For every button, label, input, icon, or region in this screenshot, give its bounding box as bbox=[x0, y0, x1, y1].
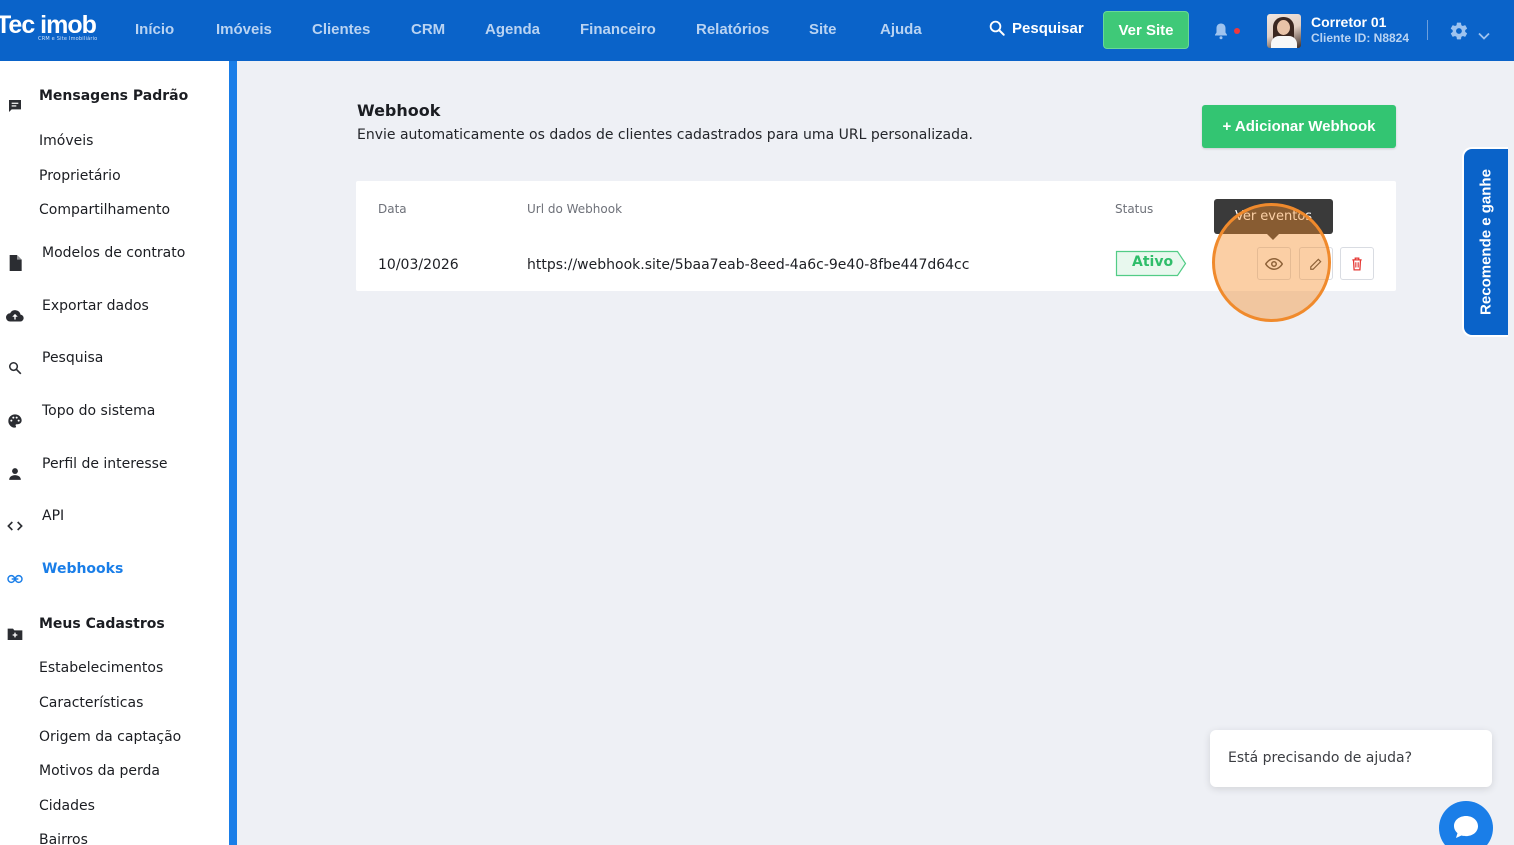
sidebar-item-label: Perfil de interesse bbox=[42, 456, 168, 472]
person-icon bbox=[6, 465, 24, 483]
search-label: Pesquisar bbox=[1012, 19, 1084, 37]
sidebar-item-label: API bbox=[42, 508, 65, 524]
help-prompt[interactable]: Está precisando de ajuda? bbox=[1210, 730, 1492, 787]
chevron-down-icon[interactable] bbox=[1478, 26, 1490, 45]
user-client-id: Cliente ID: N8824 bbox=[1311, 31, 1410, 45]
user-name[interactable]: Corretor 01 bbox=[1311, 14, 1386, 30]
sidebar-item-origem-captacao[interactable]: Origem da captação bbox=[39, 729, 181, 745]
sidebar-item-estabelecimentos[interactable]: Estabelecimentos bbox=[39, 660, 163, 676]
sidebar-section-label: Meus Cadastros bbox=[39, 616, 165, 632]
cell-date: 10/03/2026 bbox=[378, 257, 459, 273]
logo-text: Tec imob bbox=[0, 11, 97, 39]
cell-url: https://webhook.site/5baa7eab-8eed-4a6c-… bbox=[527, 257, 970, 273]
search-icon bbox=[989, 20, 1005, 36]
sidebar-item-motivos-perda[interactable]: Motivos da perda bbox=[39, 763, 160, 779]
nav-imoveis[interactable]: Imóveis bbox=[216, 21, 272, 38]
sidebar-item-label: Modelos de contrato bbox=[42, 245, 186, 261]
nav-financeiro[interactable]: Financeiro bbox=[580, 21, 656, 38]
nav-divider bbox=[1427, 20, 1428, 40]
status-badge: Ativo bbox=[1115, 250, 1187, 277]
nav-inicio[interactable]: Início bbox=[135, 21, 174, 38]
search-button[interactable]: Pesquisar bbox=[988, 19, 1084, 37]
palette-icon bbox=[6, 412, 24, 430]
code-icon bbox=[6, 517, 24, 535]
sidebar-item-cidades[interactable]: Cidades bbox=[39, 798, 95, 814]
nav-relatorios[interactable]: Relatórios bbox=[696, 21, 769, 38]
message-icon bbox=[6, 97, 24, 115]
page-description: Envie automaticamente os dados de client… bbox=[357, 127, 974, 143]
sidebar-item-imoveis[interactable]: Imóveis bbox=[39, 133, 93, 149]
sidebar-section-label: Mensagens Padrão bbox=[39, 88, 189, 104]
nav-site[interactable]: Site bbox=[809, 21, 837, 38]
status-label: Ativo bbox=[1132, 254, 1174, 270]
column-header-date: Data bbox=[378, 202, 407, 216]
chat-button[interactable] bbox=[1439, 801, 1493, 845]
gear-icon[interactable] bbox=[1449, 21, 1469, 45]
bell-icon[interactable] bbox=[1212, 22, 1230, 44]
recommend-tab[interactable]: Recomende e ganhe bbox=[1462, 147, 1508, 337]
logo-subtext: CRM e Site Imobiliário bbox=[38, 36, 98, 42]
delete-button[interactable] bbox=[1340, 247, 1374, 280]
click-highlight bbox=[1212, 203, 1331, 322]
cloud-upload-icon bbox=[6, 307, 24, 325]
top-navbar: Tec imob CRM e Site Imobiliário Início I… bbox=[0, 0, 1514, 61]
sidebar-item-proprietario[interactable]: Proprietário bbox=[39, 168, 121, 184]
page-title: Webhook bbox=[357, 101, 441, 120]
nav-clientes[interactable]: Clientes bbox=[312, 21, 370, 38]
folder-add-icon bbox=[6, 625, 24, 643]
nav-crm[interactable]: CRM bbox=[411, 21, 445, 38]
sidebar-item-caracteristicas[interactable]: Características bbox=[39, 695, 143, 711]
sidebar-item-label: Webhooks bbox=[42, 561, 124, 577]
notification-dot bbox=[1234, 28, 1240, 34]
nav-ajuda[interactable]: Ajuda bbox=[880, 21, 922, 38]
sidebar-item-compartilhamento[interactable]: Compartilhamento bbox=[39, 202, 170, 218]
ver-site-button[interactable]: Ver Site bbox=[1103, 11, 1189, 49]
logo[interactable]: Tec imob CRM e Site Imobiliário bbox=[0, 12, 97, 42]
file-icon bbox=[6, 254, 24, 272]
recommend-label: Recomende e ganhe bbox=[1477, 169, 1495, 315]
sidebar-item-label: Exportar dados bbox=[42, 298, 149, 314]
sidebar-item-label: Pesquisa bbox=[42, 350, 104, 366]
column-header-url: Url do Webhook bbox=[527, 202, 623, 216]
sidebar-item-label: Topo do sistema bbox=[42, 403, 156, 419]
sidebar: Mensagens Padrão Imóveis Proprietário Co… bbox=[0, 61, 229, 845]
chat-icon bbox=[1454, 816, 1478, 838]
trash-icon bbox=[1352, 257, 1362, 270]
search-icon bbox=[6, 359, 24, 377]
sidebar-edge bbox=[229, 61, 237, 845]
add-webhook-button[interactable]: + Adicionar Webhook bbox=[1202, 105, 1396, 148]
link-icon bbox=[6, 570, 24, 588]
column-header-status: Status bbox=[1115, 202, 1154, 216]
help-text: Está precisando de ajuda? bbox=[1228, 750, 1413, 766]
sidebar-item-bairros[interactable]: Bairros bbox=[39, 832, 88, 845]
avatar[interactable] bbox=[1267, 14, 1301, 48]
nav-agenda[interactable]: Agenda bbox=[485, 21, 540, 38]
